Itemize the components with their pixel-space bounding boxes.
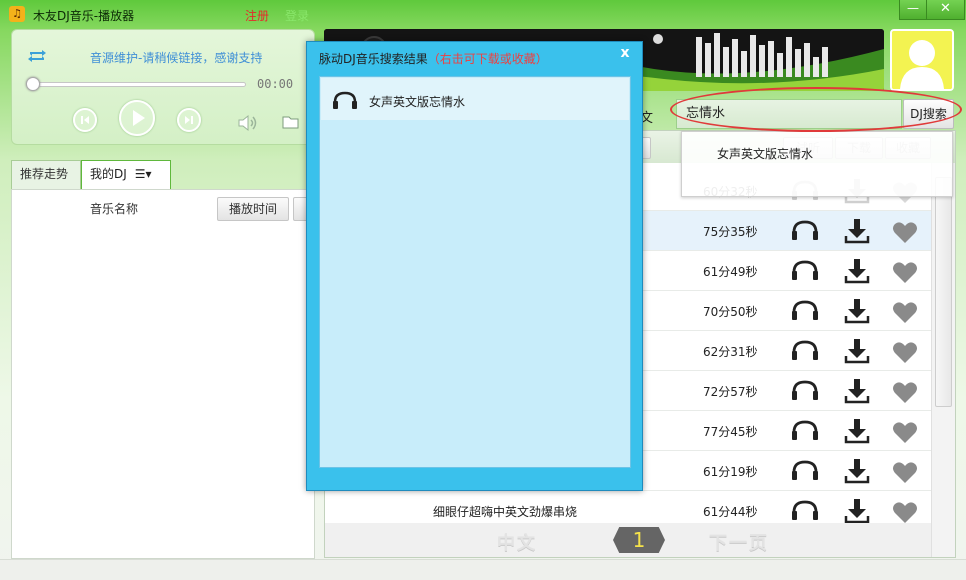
folder-icon[interactable]	[282, 114, 300, 130]
tab-label: 我的DJ	[90, 167, 127, 181]
dialog-result-list: 女声英文版忘情水	[319, 76, 631, 468]
search-result-item[interactable]: 女声英文版忘情水	[321, 78, 629, 120]
pager: 中文 1 下一页	[325, 523, 931, 557]
listen-headphones-icon[interactable]	[791, 418, 819, 444]
title-bar[interactable]: ♫ 木友DJ音乐-播放器 注册 登录 — ✕	[0, 0, 966, 28]
song-duration: 61分44秒	[703, 505, 758, 519]
favorite-heart-icon[interactable]	[891, 339, 919, 365]
download-icon[interactable]	[843, 417, 871, 445]
menu-icon[interactable]: ☰▾	[135, 167, 152, 181]
app-title: 木友DJ音乐-播放器	[33, 9, 135, 23]
play-button[interactable]	[119, 100, 155, 136]
favorite-heart-icon[interactable]	[891, 259, 919, 285]
listen-headphones-icon[interactable]	[791, 338, 819, 364]
listen-headphones-icon[interactable]	[791, 498, 819, 524]
login-link[interactable]: 登录	[285, 7, 309, 24]
minimize-button[interactable]: —	[899, 0, 927, 20]
app-window: ♫ 木友DJ音乐-播放器 注册 登录 — ✕ 音源维护-请稍候链接，感谢支持 0…	[0, 0, 966, 580]
tab-label: 推荐走势	[20, 167, 69, 181]
song-duration: 61分19秒	[703, 465, 758, 479]
favorite-heart-icon[interactable]	[891, 419, 919, 445]
pager-chinese-link[interactable]: 中文	[497, 529, 537, 555]
progress-knob[interactable]	[26, 77, 40, 91]
download-icon[interactable]	[843, 257, 871, 285]
music-note-icon: ♫	[9, 6, 25, 22]
search-suggestion-item[interactable]: 女声英文版忘情水	[717, 145, 813, 162]
song-duration: 61分49秒	[703, 265, 758, 279]
favorite-heart-icon[interactable]	[891, 299, 919, 325]
listen-headphones-icon[interactable]	[791, 298, 819, 324]
song-duration: 62分31秒	[703, 345, 758, 359]
my-dj-list: 音乐名称 播放时间	[11, 189, 315, 559]
next-button[interactable]	[177, 108, 201, 132]
song-name: 细眼仔超嗨中英文劲爆串烧	[432, 505, 577, 519]
previous-button[interactable]	[73, 108, 97, 132]
download-icon[interactable]	[843, 497, 871, 525]
player-panel: 音源维护-请稍候链接，感谢支持 00:00	[11, 29, 315, 145]
favorite-heart-icon[interactable]	[891, 379, 919, 405]
previous-icon	[81, 116, 89, 124]
favorite-heart-icon[interactable]	[891, 499, 919, 525]
song-duration: 72分57秒	[703, 385, 758, 399]
progress-track[interactable]	[30, 82, 246, 87]
avatar[interactable]	[890, 29, 954, 91]
listen-headphones-icon[interactable]	[791, 458, 819, 484]
dialog-title-text: 脉动DJ音乐搜索结果	[319, 52, 428, 66]
pager-next-link[interactable]: 下一页	[709, 529, 769, 555]
page-number[interactable]: 1	[613, 527, 665, 553]
favorite-heart-icon[interactable]	[891, 459, 919, 485]
favorite-heart-icon[interactable]	[891, 219, 919, 245]
search-highlight-circle	[670, 87, 962, 132]
volume-icon[interactable]	[237, 114, 259, 132]
close-button[interactable]: ✕	[927, 0, 965, 20]
play-icon	[133, 110, 145, 126]
song-duration: 75分35秒	[703, 225, 758, 239]
listen-headphones-icon[interactable]	[791, 378, 819, 404]
dialog-title: 脉动DJ音乐搜索结果（右击可下载或收藏）	[319, 50, 548, 67]
search-result-label: 女声英文版忘情水	[369, 95, 466, 109]
player-status-text: 音源维护-请稍候链接，感谢支持	[90, 51, 263, 65]
vertical-scrollbar[interactable]	[931, 163, 955, 557]
register-link[interactable]: 注册	[245, 7, 269, 24]
download-icon[interactable]	[843, 297, 871, 325]
tab-recommend-trend[interactable]: 推荐走势	[11, 160, 81, 190]
download-icon[interactable]	[843, 377, 871, 405]
dialog-close-button[interactable]: x	[609, 42, 641, 64]
status-bar	[0, 559, 966, 580]
download-icon[interactable]	[843, 337, 871, 365]
listen-headphones-icon[interactable]	[791, 218, 819, 244]
loop-icon[interactable]	[26, 48, 48, 64]
user-silhouette-icon	[892, 31, 952, 89]
listen-headphones-icon[interactable]	[791, 258, 819, 284]
scrollbar-thumb[interactable]	[935, 177, 952, 407]
download-icon[interactable]	[843, 217, 871, 245]
song-duration: 70分50秒	[703, 305, 758, 319]
column-header-name: 音乐名称	[90, 202, 139, 216]
download-icon[interactable]	[843, 457, 871, 485]
headphones-icon	[333, 91, 357, 109]
next-icon	[185, 116, 193, 124]
song-duration: 77分45秒	[703, 425, 758, 439]
tab-my-dj[interactable]: 我的DJ ☰▾	[81, 160, 171, 190]
search-suggestion-dropdown: 女声英文版忘情水	[681, 131, 953, 197]
dialog-title-tip: （右击可下载或收藏）	[427, 52, 548, 66]
play-time: 00:00	[257, 77, 294, 91]
search-results-dialog: 脉动DJ音乐搜索结果（右击可下载或收藏） x 女声英文版忘情水	[306, 41, 643, 491]
column-header-time[interactable]: 播放时间	[217, 197, 289, 221]
